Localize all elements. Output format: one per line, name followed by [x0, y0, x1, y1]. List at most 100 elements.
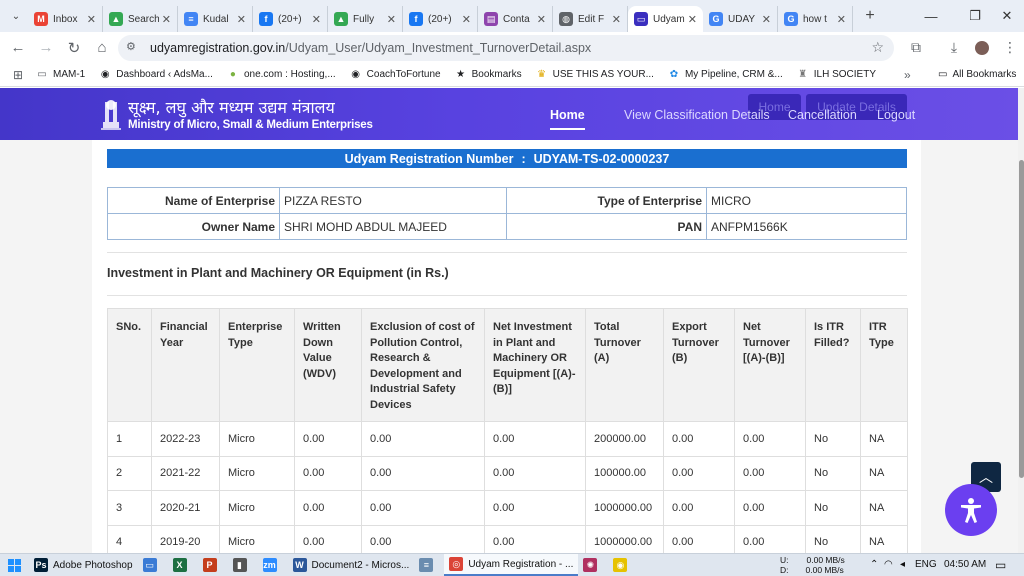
net-up-value: 0.00 MB/s: [806, 554, 845, 565]
volume-icon[interactable]: ◂: [900, 553, 905, 576]
tab-close-icon[interactable]: ✕: [837, 13, 846, 26]
details-card: Udyam Registration Number : UDYAM-TS-02-…: [92, 140, 921, 553]
bookmark-item[interactable]: ▭ MAM-1: [36, 69, 85, 81]
tab-close-icon[interactable]: ✕: [462, 13, 471, 26]
net-down-label: D:: [780, 564, 789, 575]
table-cell: NA: [860, 490, 908, 526]
nav-home[interactable]: Home: [550, 108, 585, 130]
bookmark-item[interactable]: ♛ USE THIS AS YOUR...: [536, 69, 654, 81]
taskbar-app[interactable]: W Document2 - Micros...: [288, 554, 415, 576]
taskbar-app[interactable]: ≡: [414, 554, 444, 576]
taskbar-app-label: Adobe Photoshop: [53, 559, 133, 571]
tab-search-chevron-icon[interactable]: ⌄: [4, 4, 28, 28]
page-scrollbar[interactable]: [1018, 88, 1024, 553]
table-cell: No: [805, 455, 861, 491]
tab-title: Conta: [503, 13, 530, 25]
taskbar-app-label: Document2 - Micros...: [311, 559, 410, 571]
column-header: Exclusion of cost of Pollution Control, …: [361, 308, 485, 422]
drive-icon: ▲: [109, 12, 123, 26]
accessibility-button[interactable]: [945, 484, 997, 536]
back-icon[interactable]: ←: [4, 34, 32, 62]
divider: [107, 252, 907, 253]
extensions-icon[interactable]: ⧉: [902, 32, 930, 63]
taskbar-app[interactable]: ▮: [228, 554, 258, 576]
browser-tab[interactable]: G UDAY ✕: [703, 6, 778, 32]
table-cell: 0.00: [734, 490, 806, 526]
download-icon[interactable]: ⤓: [940, 32, 968, 63]
close-window-icon[interactable]: ✕: [984, 0, 1024, 32]
more-menu-icon[interactable]: ⋮: [996, 32, 1024, 63]
browser-tab[interactable]: M Inbox ✕: [28, 6, 103, 32]
tab-close-icon[interactable]: ✕: [688, 13, 697, 26]
wifi-icon[interactable]: ◠: [884, 553, 893, 576]
browser-tab[interactable]: f (20+) ✕: [403, 6, 478, 32]
bookmark-star-icon[interactable]: ☆: [871, 39, 884, 56]
tab-close-icon[interactable]: ✕: [612, 13, 621, 26]
browser-tab[interactable]: ▲ Search ✕: [103, 6, 178, 32]
bookmark-item[interactable]: ♜ ILH SOCIETY: [797, 69, 876, 81]
table-cell: 0.00: [484, 524, 586, 553]
table-cell: 0.00: [361, 524, 485, 553]
column-header: Net Turnover [(A)-(B)]: [734, 308, 806, 422]
taskbar-app[interactable]: P: [198, 554, 228, 576]
taskbar-app[interactable]: zm: [258, 554, 288, 576]
tab-title: Edit F: [578, 13, 605, 25]
minimize-icon[interactable]: —: [908, 0, 954, 32]
ministry-english-title: Ministry of Micro, Small & Medium Enterp…: [128, 119, 373, 131]
nav-cancellation[interactable]: Cancellation: [788, 108, 857, 122]
address-bar[interactable]: ⚙ udyamregistration.gov.in/Udyam_User/Ud…: [118, 35, 894, 61]
notification-icon[interactable]: ▭: [995, 553, 1006, 576]
taskbar-app[interactable]: Ps Adobe Photoshop: [29, 554, 138, 576]
browser-tab[interactable]: f (20+) ✕: [253, 6, 328, 32]
browser-tab[interactable]: ≡ Kudal ✕: [178, 6, 253, 32]
taskbar-app[interactable]: ◎ Udyam Registration - ...: [444, 554, 579, 576]
browser-tab[interactable]: Ghow t ✕: [778, 6, 853, 32]
browser-tab[interactable]: ◍ Edit F ✕: [553, 6, 628, 32]
table-cell: Micro: [219, 421, 295, 457]
taskbar-app[interactable]: ◉: [608, 554, 638, 576]
home-icon[interactable]: ⌂: [88, 34, 116, 62]
chevron-up-icon: ︿: [979, 469, 993, 485]
profile-avatar[interactable]: [968, 32, 996, 63]
bookmark-item[interactable]: ✿ My Pipeline, CRM &...: [668, 69, 783, 81]
browser-tab[interactable]: ▭ Udyam ✕: [628, 6, 703, 32]
tab-close-icon[interactable]: ✕: [162, 13, 171, 26]
enterprise-type-value: MICRO: [706, 187, 907, 214]
nav-logout[interactable]: Logout: [877, 108, 915, 122]
tab-close-icon[interactable]: ✕: [387, 13, 396, 26]
bookmark-item[interactable]: ◉ Dashboard ‹ AdsMa...: [99, 69, 213, 81]
taskbar-app[interactable]: ▭: [138, 554, 168, 576]
language-indicator[interactable]: ENG: [915, 553, 937, 576]
tray-chevron-icon[interactable]: ⌃: [870, 553, 878, 576]
tab-close-icon[interactable]: ✕: [762, 13, 771, 26]
net-up-row: U: 0.00 MB/s: [780, 555, 845, 565]
taskbar-apps: Ps Adobe Photoshop ▭ X P ▮ zm W Document2 - Micr…: [29, 554, 638, 576]
tab-title: (20+): [278, 13, 302, 25]
table-cell: 2021-22: [151, 455, 220, 491]
tab-close-icon[interactable]: ✕: [537, 13, 546, 26]
reload-icon[interactable]: ↻: [60, 34, 88, 62]
taskbar-app[interactable]: ✺: [578, 554, 608, 576]
table-cell: 0.00: [663, 524, 735, 553]
tab-close-icon[interactable]: ✕: [237, 13, 246, 26]
nav-view-classification-details[interactable]: View Classification Details: [624, 108, 770, 122]
taskbar-app[interactable]: X: [168, 554, 198, 576]
browser-tab[interactable]: ▲ Fully ✕: [328, 6, 403, 32]
tab-close-icon[interactable]: ✕: [87, 13, 96, 26]
all-bookmarks-button[interactable]: ▭ All Bookmarks: [938, 69, 1016, 80]
apps-grid-icon[interactable]: ⊞: [6, 68, 30, 82]
forward-icon[interactable]: →: [32, 34, 60, 62]
bookmark-item[interactable]: ● one.com : Hosting,...: [227, 69, 336, 81]
windows-start-icon[interactable]: [0, 554, 29, 576]
clock[interactable]: 04:50 AM: [944, 553, 986, 576]
more-bookmarks-icon[interactable]: »: [904, 68, 911, 82]
tab-close-icon[interactable]: ✕: [312, 13, 321, 26]
new-tab-button[interactable]: +: [857, 7, 883, 25]
site-info-icon[interactable]: ⚙: [126, 40, 142, 56]
table-cell: 0.00: [361, 490, 485, 526]
bookmark-item[interactable]: ★ Bookmarks: [455, 69, 522, 81]
bookmark-item[interactable]: ◉ CoachToFortune: [350, 69, 441, 81]
browser-tab[interactable]: ▤ Conta ✕: [478, 6, 553, 32]
bookmark-label: CoachToFortune: [366, 69, 441, 80]
scrollbar-thumb[interactable]: [1019, 160, 1024, 478]
